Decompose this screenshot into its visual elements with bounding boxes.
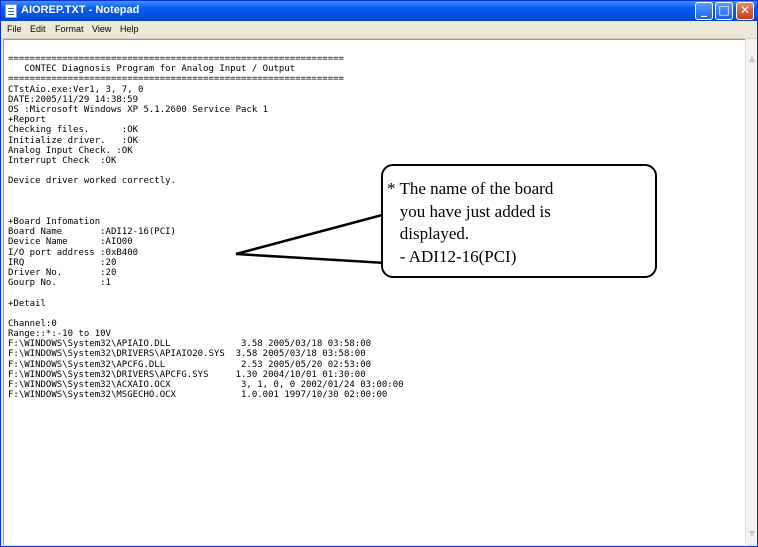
annotation-callout-text: * The name of the board you have just ad… [387, 178, 553, 268]
callout-line: you have just added is [387, 201, 551, 221]
callout-line: - ADI12-16(PCI) [387, 246, 517, 266]
callout-line: displayed. [387, 224, 470, 243]
callout-line: * The name of the board [387, 179, 554, 198]
